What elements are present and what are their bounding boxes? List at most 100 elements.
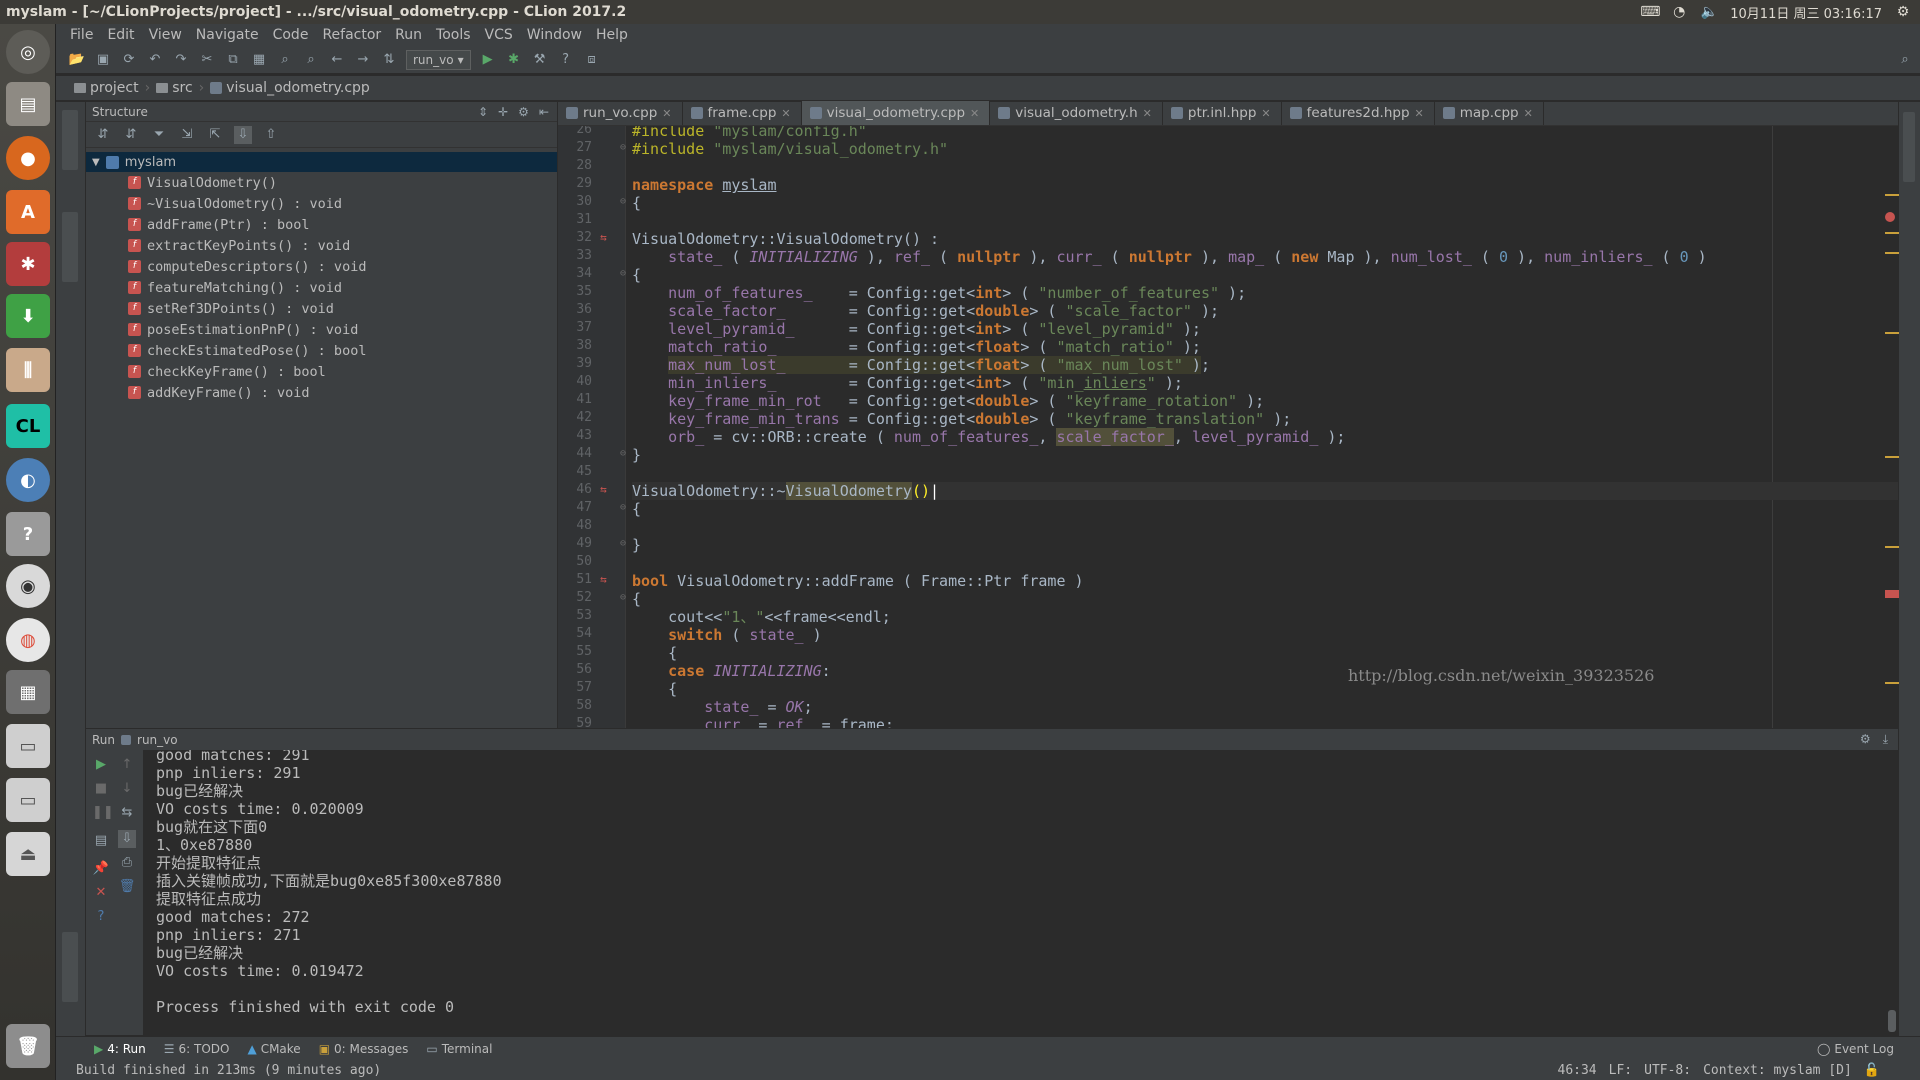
menu-code[interactable]: Code — [273, 27, 309, 43]
collapse-all-icon[interactable]: ⇱ — [206, 126, 224, 144]
gear-icon[interactable]: ⚙ — [518, 105, 529, 119]
tree-item[interactable]: f poseEstimationPnP() : void — [86, 319, 557, 340]
fold-marker-icon[interactable]: ⊖ — [620, 592, 626, 603]
breadcrumb-project[interactable]: project — [74, 80, 139, 96]
tab-visual-odometry-cpp[interactable]: visual_odometry.cpp ✕ — [801, 101, 991, 125]
close-icon[interactable]: ✕ — [1143, 107, 1152, 120]
firefox-icon[interactable]: ● — [6, 136, 50, 180]
dash-icon[interactable]: ◎ — [6, 30, 50, 74]
help-icon[interactable]: ? — [557, 51, 575, 69]
close-icon[interactable]: ✕ — [970, 107, 979, 120]
gear-icon[interactable]: ⚙ — [1894, 5, 1912, 19]
scroll-marker[interactable] — [1885, 232, 1899, 234]
scroll-marker[interactable] — [1885, 682, 1899, 684]
filter-icon[interactable]: ⏷ — [150, 126, 168, 144]
gear-icon[interactable]: ⚙ — [1860, 732, 1871, 747]
scroll-marker[interactable] — [1885, 252, 1899, 254]
scroll-marker[interactable] — [1885, 456, 1899, 458]
workspace-icon[interactable]: ▦ — [6, 670, 50, 714]
pin-icon[interactable]: 📌 — [92, 860, 110, 878]
run-config-tab[interactable]: run_vo — [137, 733, 178, 747]
menu-vcs[interactable]: VCS — [485, 27, 513, 43]
tab-run-vo-cpp[interactable]: run_vo.cpp ✕ — [558, 101, 683, 125]
trash-icon[interactable]: 🗑 — [6, 1024, 50, 1068]
expand-arrow-icon[interactable]: ▼ — [92, 157, 100, 168]
menu-view[interactable]: View — [149, 27, 182, 43]
fold-marker-icon[interactable]: ⊖ — [620, 268, 626, 279]
sort-type-icon[interactable]: ⇵ — [122, 126, 140, 144]
structure-tool-button[interactable] — [62, 212, 78, 282]
override-marker-icon[interactable]: ⇆ — [600, 573, 607, 586]
eye-icon[interactable]: ◉ — [6, 564, 50, 608]
run-icon[interactable]: ▶ — [479, 51, 497, 69]
help-icon[interactable]: ? — [6, 512, 50, 556]
scroll-marker[interactable] — [1885, 332, 1899, 334]
sort-alpha-icon[interactable]: ⇵ — [94, 126, 112, 144]
stop-icon[interactable]: ■ — [92, 780, 110, 798]
debug-icon[interactable]: ✱ — [505, 51, 523, 69]
close-icon[interactable]: ✕ — [1524, 107, 1533, 120]
run-config-select[interactable]: run_vo ▾ — [406, 49, 471, 70]
tree-item[interactable]: f extractKeyPoints() : void — [86, 235, 557, 256]
tree-item[interactable]: f computeDescriptors() : void — [86, 256, 557, 277]
expand-all-icon[interactable]: ⇲ — [178, 126, 196, 144]
status-message[interactable]: Build finished in 213ms (9 minutes ago) — [76, 1063, 381, 1078]
paste-icon[interactable]: ▦ — [250, 51, 268, 69]
tool-messages[interactable]: ▣ 0: Messages — [319, 1042, 409, 1056]
scroll-marker[interactable] — [1885, 546, 1899, 548]
project-tool-button[interactable] — [62, 110, 78, 170]
collapse-icon[interactable]: ⇕ — [478, 105, 488, 119]
dump-threads-icon[interactable]: ▤ — [92, 832, 110, 850]
code-area[interactable]: #include "myslam/config.h" #include "mys… — [632, 126, 1898, 728]
lock-icon[interactable]: 🔓 — [1864, 1063, 1880, 1078]
pin-icon[interactable]: ✛ — [498, 105, 508, 119]
tree-item[interactable]: f addFrame(Ptr) : bool — [86, 214, 557, 235]
tool-event-log[interactable]: ◯ Event Log — [1817, 1042, 1920, 1056]
menu-window[interactable]: Window — [527, 27, 582, 43]
menu-tools[interactable]: Tools — [436, 27, 471, 43]
copy-icon[interactable]: ⧉ — [224, 51, 242, 69]
back-icon[interactable]: ← — [328, 51, 346, 69]
software-center-icon[interactable]: A — [6, 190, 50, 234]
vcs-icon[interactable]: ⧈ — [583, 51, 601, 69]
tool-run[interactable]: ▶ 4: Run — [94, 1042, 146, 1056]
help-icon[interactable]: ? — [92, 908, 110, 926]
download-icon[interactable]: ⬇ — [6, 294, 50, 338]
sync-icon[interactable]: ⟳ — [120, 51, 138, 69]
wifi-icon[interactable]: ◔ — [1670, 5, 1688, 19]
scroll-marker[interactable] — [1885, 194, 1899, 196]
fold-marker-icon[interactable]: ⊖ — [620, 196, 626, 207]
breadcrumb-file[interactable]: visual_odometry.cpp — [210, 80, 370, 96]
code-editor[interactable]: 26 27 28 29 30 31 32 33 34 35 36 37 38 39 40 41 42 43 44 45… — [558, 126, 1898, 728]
clock[interactable]: 10月11日 周三 03:16:17 — [1730, 3, 1882, 22]
file-encoding[interactable]: UTF-8: — [1644, 1063, 1691, 1078]
drive-icon[interactable]: ▭ — [6, 724, 50, 768]
tool-todo[interactable]: ☰ 6: TODO — [164, 1042, 230, 1056]
close-icon[interactable]: ✕ — [781, 107, 790, 120]
menu-refactor[interactable]: Refactor — [322, 27, 381, 43]
menu-edit[interactable]: Edit — [107, 27, 134, 43]
tree-item[interactable]: f addKeyFrame() : void — [86, 382, 557, 403]
clion-icon[interactable]: CL — [6, 404, 50, 448]
resolve-context[interactable]: Context: myslam [D] — [1703, 1063, 1852, 1078]
menu-file[interactable]: File — [70, 27, 93, 43]
fold-marker-icon[interactable]: ⊖ — [620, 538, 626, 549]
tab-ptr-inl-hpp[interactable]: ptr.inl.hpp ✕ — [1163, 101, 1282, 125]
tool-terminal[interactable]: ▭ Terminal — [426, 1042, 492, 1056]
scroll-from-source-icon[interactable]: ⇧ — [262, 126, 280, 144]
pause-icon[interactable]: ❚❚ — [92, 804, 114, 822]
tab-visual-odometry-h[interactable]: visual_odometry.h ✕ — [990, 101, 1163, 125]
tree-item[interactable]: f ~VisualOdometry() : void — [86, 193, 557, 214]
hide-icon[interactable]: ⇤ — [539, 105, 549, 119]
replace-icon[interactable]: ⌕ — [302, 51, 320, 69]
save-icon[interactable]: ▣ — [94, 51, 112, 69]
override-marker-icon[interactable]: ⇆ — [600, 483, 607, 496]
forward-icon[interactable]: → — [354, 51, 372, 69]
soft-wrap-icon[interactable]: ⇆ — [118, 804, 136, 822]
shotwell-icon[interactable]: ◐ — [6, 458, 50, 502]
up-arrow-icon[interactable]: ↑ — [118, 756, 136, 774]
tab-map-cpp[interactable]: map.cpp ✕ — [1435, 101, 1544, 125]
tree-item[interactable]: f VisualOdometry() — [86, 172, 557, 193]
scroll-marker[interactable] — [1885, 590, 1899, 598]
usb-drive-icon[interactable]: ⏏ — [6, 832, 50, 876]
